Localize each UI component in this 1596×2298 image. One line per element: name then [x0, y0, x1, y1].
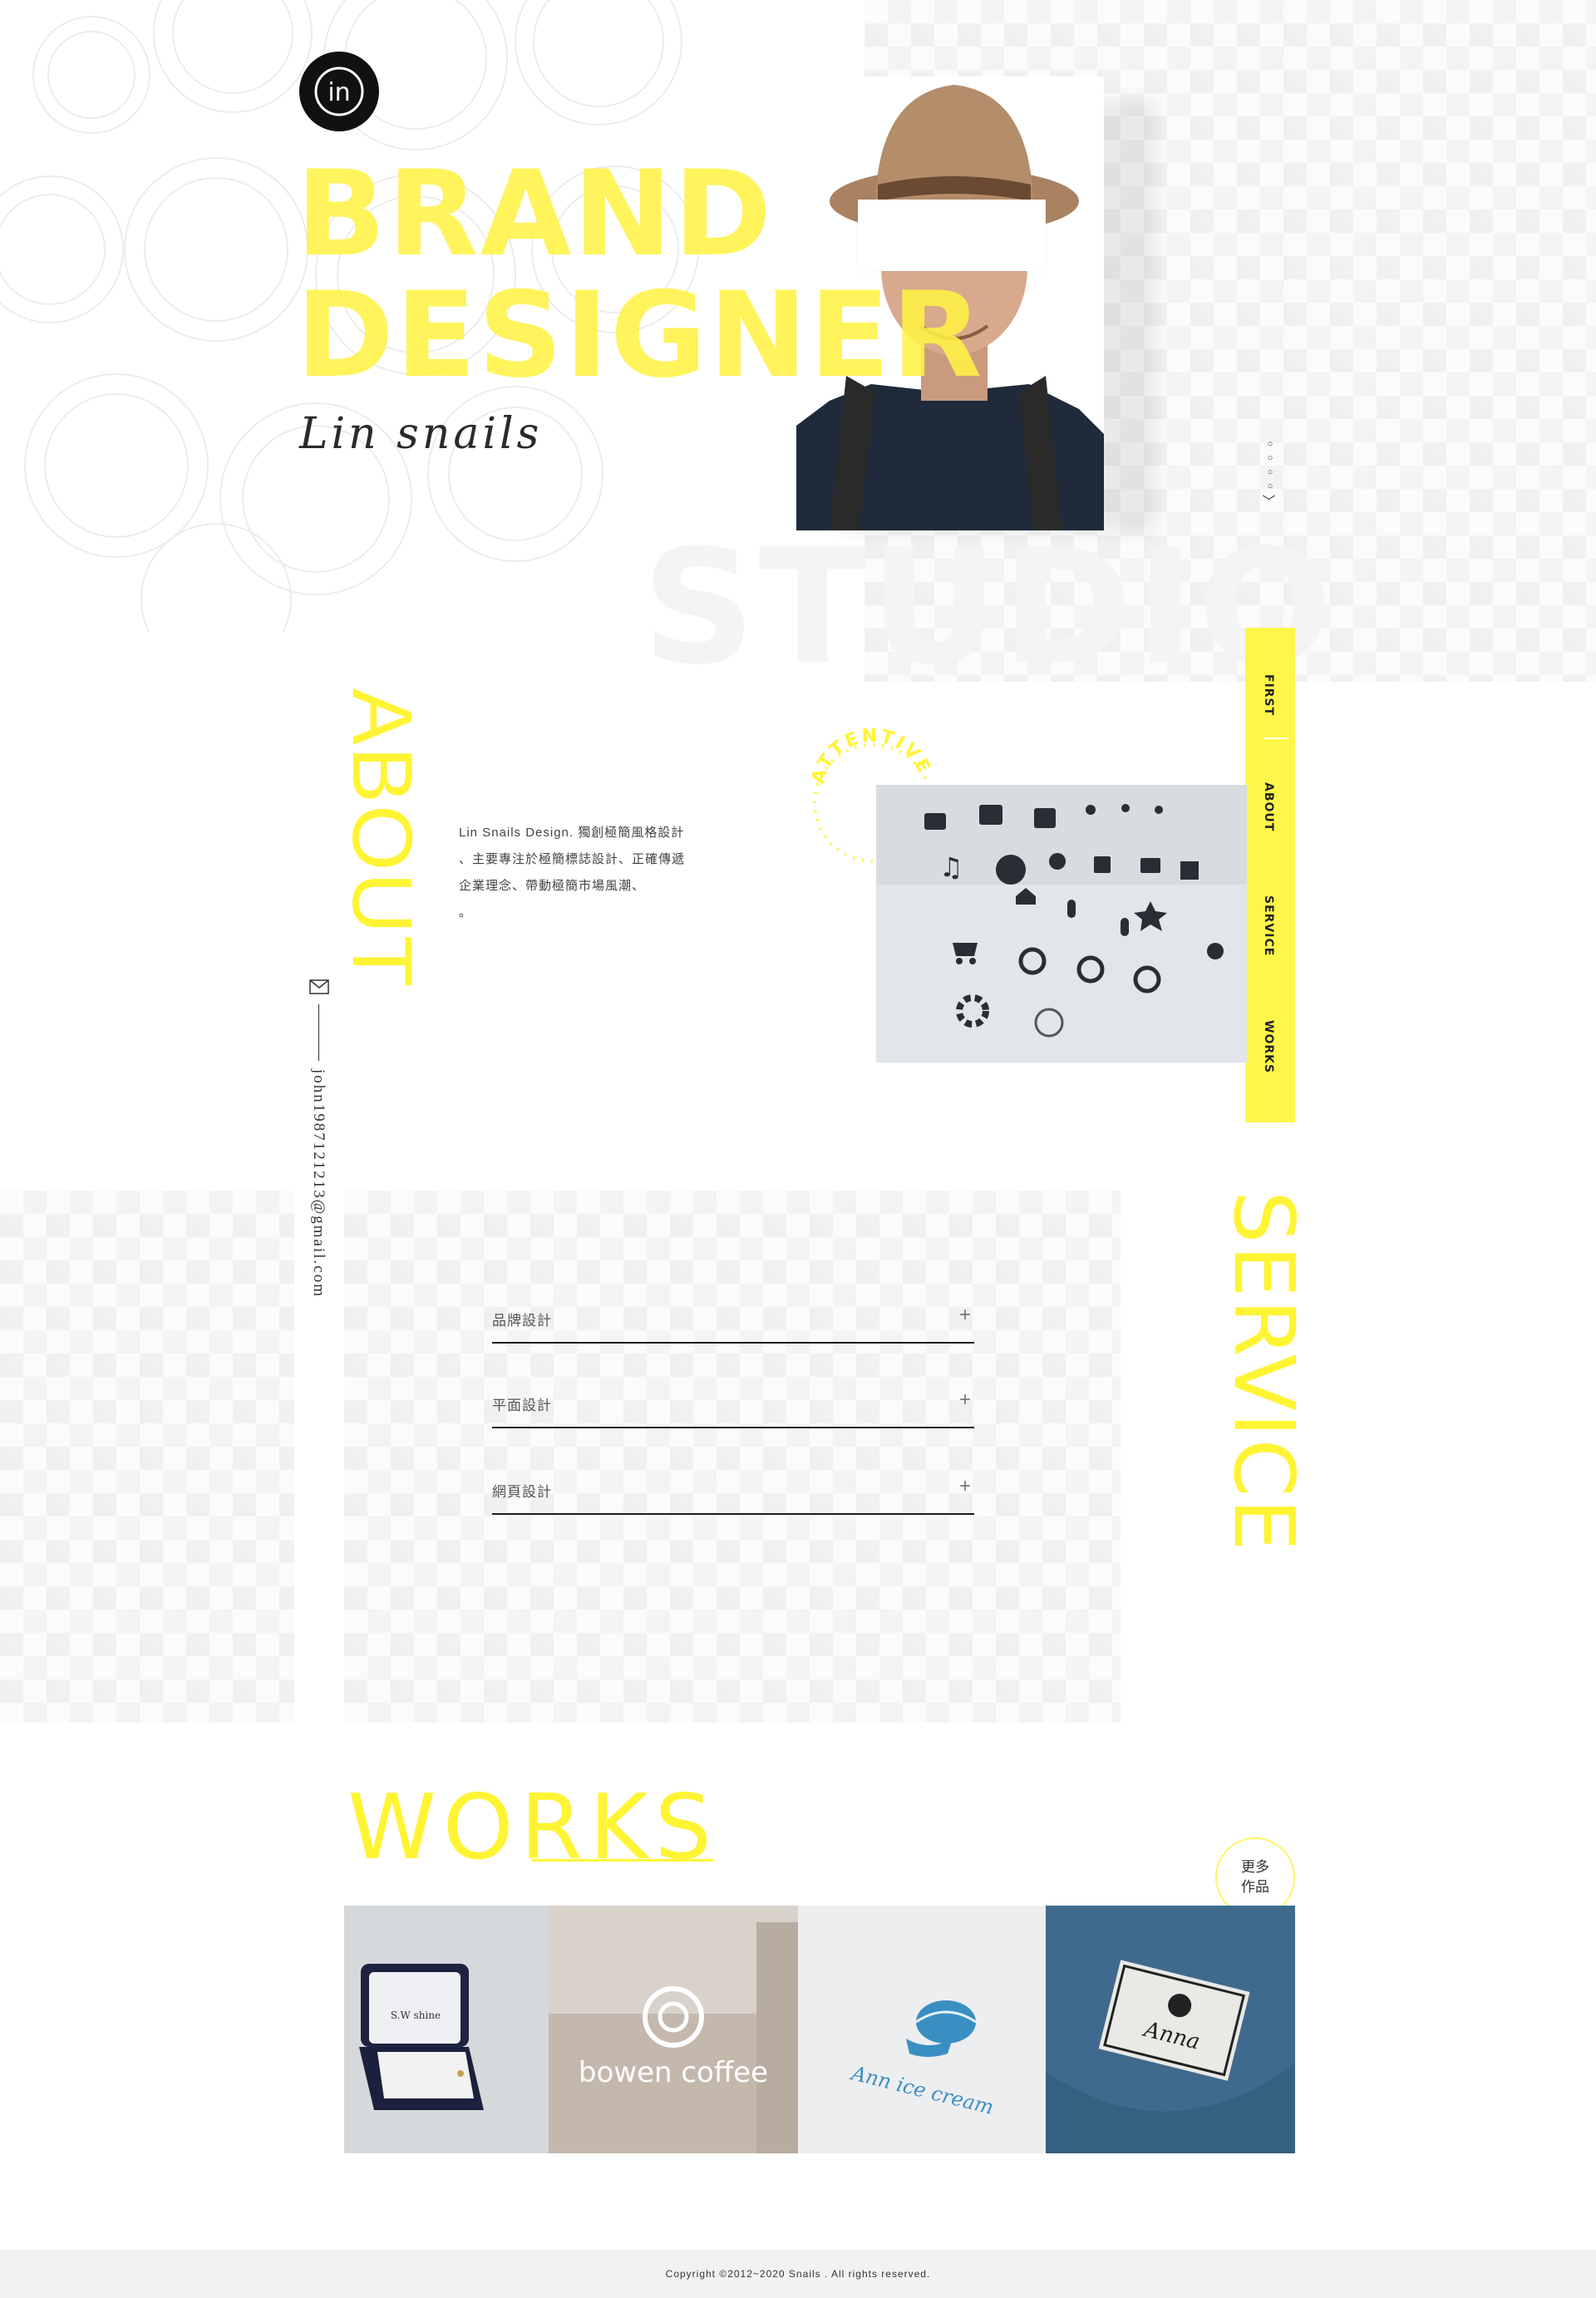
more-works-label-2: 作品	[1241, 1879, 1269, 1896]
work-item-bowen-coffee[interactable]: bowen coffee	[549, 1906, 798, 2153]
hero-title-line1: BRAND	[296, 145, 774, 283]
service-item-label: 品牌設計	[492, 1313, 552, 1329]
scroll-dot: ○	[1267, 453, 1273, 463]
scroll-arrow-icon: 〈	[1263, 494, 1278, 508]
logo-icon: in	[314, 67, 364, 116]
svg-text:bowen coffee: bowen coffee	[579, 2056, 768, 2089]
works-underline	[532, 1859, 713, 1862]
about-text: Lin Snails Design. 獨創極簡風格設計 、主要專注於極簡標誌設計…	[459, 820, 708, 926]
work-thumbnail: bowen coffee	[549, 1906, 798, 2153]
service-item-label: 網頁設計	[492, 1484, 552, 1501]
hero-title-line2: DESIGNER	[296, 267, 984, 404]
work-item-sw-shine[interactable]: S.W shine	[344, 1906, 549, 2153]
about-title: ABOUT	[335, 688, 430, 989]
plus-icon: +	[958, 1388, 971, 1411]
nav-item-about[interactable]: ABOUT	[1262, 782, 1275, 831]
email-link[interactable]: john1987121213@gmail.com	[309, 1069, 328, 1298]
signature: Lin snails	[299, 409, 543, 459]
works-title: WORKS	[347, 1776, 719, 1880]
work-thumbnail: Ann ice cream	[798, 1906, 1046, 2153]
about-line: 企業理念、帶動極簡市場風潮、	[459, 879, 646, 893]
more-works-label-1: 更多	[1241, 1859, 1269, 1876]
svg-text:♫: ♫	[939, 851, 963, 883]
about-icons-photo: ♫	[876, 785, 1247, 1063]
service-pattern-bg-2	[344, 1191, 1121, 1723]
service-pattern-bg	[0, 1191, 294, 1723]
side-nav: FIRST ABOUT SERVICE WORKS	[1245, 628, 1295, 1122]
svg-text:S.W shine: S.W shine	[391, 2010, 441, 2021]
nav-active-indicator	[1264, 737, 1288, 739]
plus-icon: +	[958, 1475, 971, 1497]
scroll-indicator[interactable]: ○ ○ ○ ○ 〈	[1257, 439, 1283, 508]
work-item-ice-cream[interactable]: Ann ice cream	[798, 1906, 1046, 2153]
about-line: 。	[459, 905, 473, 920]
hero-title: BRAND DESIGNER	[296, 154, 984, 397]
scroll-dot: ○	[1267, 439, 1273, 449]
service-item-web[interactable]: 網頁設計 +	[492, 1465, 974, 1515]
work-thumbnail: S.W shine	[344, 1906, 549, 2153]
studio-bg-word: STUDIO	[642, 515, 1336, 699]
nav-item-service[interactable]: SERVICE	[1262, 895, 1275, 956]
brand-logo[interactable]: in	[299, 52, 379, 131]
svg-text:in: in	[328, 78, 350, 107]
copyright-text: Copyright ©2012~2020 Snails . All rights…	[665, 2268, 931, 2280]
service-item-brand[interactable]: 品牌設計 +	[492, 1294, 974, 1344]
scroll-dot: ○	[1267, 481, 1273, 491]
about-line: 、主要專注於極簡標誌設計、正確傳遞	[459, 852, 686, 866]
mail-icon[interactable]	[309, 979, 329, 994]
service-title: SERVICE	[1215, 1191, 1313, 1553]
about-line: Lin Snails Design. 獨創極簡風格設計	[459, 826, 685, 840]
nav-item-first[interactable]: FIRST	[1262, 674, 1275, 716]
footer: Copyright ©2012~2020 Snails . All rights…	[0, 2250, 1596, 2298]
scroll-dot: ○	[1267, 467, 1273, 477]
svg-text:ATTENTIVE: ATTENTIVE	[808, 726, 935, 787]
service-item-label: 平面設計	[492, 1398, 552, 1414]
plus-icon: +	[958, 1304, 971, 1326]
work-item-anna[interactable]: Anna	[1046, 1906, 1295, 2153]
service-item-graphic[interactable]: 平面設計 +	[492, 1378, 974, 1428]
email-divider	[318, 1004, 319, 1061]
work-thumbnail: Anna	[1046, 1906, 1295, 2153]
nav-item-works[interactable]: WORKS	[1262, 1020, 1275, 1073]
